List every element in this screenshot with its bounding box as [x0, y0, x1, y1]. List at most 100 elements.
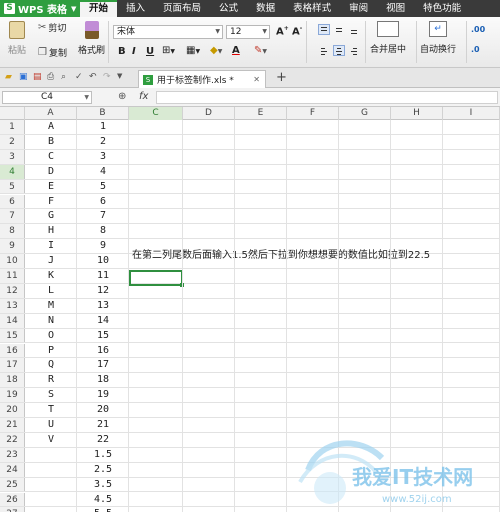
- cell-b[interactable]: 6: [77, 195, 129, 209]
- cell-a[interactable]: G: [25, 209, 77, 223]
- tab-view[interactable]: 视图: [377, 0, 414, 17]
- column-header-g[interactable]: G: [339, 107, 391, 120]
- cell-b[interactable]: 21: [77, 418, 129, 432]
- spellcheck-icon[interactable]: ✓: [75, 72, 83, 82]
- row-header[interactable]: 26: [0, 492, 25, 507]
- align-bottom-icon[interactable]: [348, 24, 360, 35]
- open-folder-icon[interactable]: ▰: [5, 72, 12, 82]
- borders-icon[interactable]: ⊞▼: [162, 45, 175, 56]
- formula-input[interactable]: [156, 91, 498, 104]
- print-preview-icon[interactable]: ⌕: [61, 72, 66, 82]
- cell-a[interactable]: I: [25, 239, 77, 253]
- cell-b[interactable]: 2.5: [77, 463, 129, 477]
- format-painter-button[interactable]: 格式刷: [78, 21, 105, 56]
- increase-decimal-icon[interactable]: .00: [471, 25, 485, 34]
- column-header-e[interactable]: E: [235, 107, 287, 120]
- cell-a[interactable]: K: [25, 269, 77, 283]
- column-header-i[interactable]: I: [443, 107, 500, 120]
- cell-b[interactable]: 15: [77, 329, 129, 343]
- cell-b[interactable]: 1: [77, 120, 129, 134]
- save-icon[interactable]: ▣: [19, 72, 28, 82]
- row-header[interactable]: 6: [0, 194, 25, 209]
- row-header[interactable]: 13: [0, 298, 25, 313]
- underline-button[interactable]: U: [146, 46, 154, 57]
- cell-a[interactable]: V: [25, 433, 77, 447]
- cell-a[interactable]: A: [25, 120, 77, 134]
- cell-b[interactable]: 16: [77, 344, 129, 358]
- cell-a[interactable]: T: [25, 403, 77, 417]
- row-header[interactable]: 25: [0, 477, 25, 492]
- spreadsheet-grid[interactable]: ABCDEFGHI 1 A 1 2 B 2 3 C 3 4 D 4 5 E 5 6 F 6 7 G 7 8 H 8 9 I 9 10 J…: [0, 107, 500, 512]
- decrease-decimal-icon[interactable]: .0: [471, 45, 480, 54]
- redo-icon[interactable]: ↷: [103, 72, 111, 82]
- row-header[interactable]: 27: [0, 507, 25, 512]
- cell-a[interactable]: [25, 448, 77, 462]
- tab-review[interactable]: 审阅: [340, 0, 377, 17]
- increase-font-icon[interactable]: A+: [276, 25, 289, 37]
- clear-format-icon[interactable]: ✎▼: [254, 45, 267, 56]
- cell-b[interactable]: 1.5: [77, 448, 129, 462]
- export-pdf-icon[interactable]: ▤: [33, 72, 42, 82]
- row-header[interactable]: 23: [0, 447, 25, 462]
- tab-data[interactable]: 数据: [247, 0, 284, 17]
- tab-home[interactable]: 开始: [80, 0, 118, 17]
- cell-b[interactable]: 4.5: [77, 493, 129, 507]
- italic-button[interactable]: I: [132, 46, 136, 57]
- row-header[interactable]: 14: [0, 313, 25, 328]
- cell-b[interactable]: 2: [77, 135, 129, 149]
- row-header[interactable]: 2: [0, 134, 25, 149]
- cell-b[interactable]: 7: [77, 209, 129, 223]
- cell-a[interactable]: L: [25, 284, 77, 298]
- cell-b[interactable]: 17: [77, 358, 129, 372]
- row-header[interactable]: 22: [0, 432, 25, 447]
- cell-a[interactable]: [25, 478, 77, 492]
- cell-b[interactable]: 8: [77, 224, 129, 238]
- cell-a[interactable]: J: [25, 254, 77, 268]
- fill-color-icon[interactable]: ◆▼: [210, 45, 222, 56]
- note-text-c2[interactable]: 在第二列尾数后面输入1.5然后下拉到你想想要的数值比如拉到22.5: [132, 246, 430, 261]
- cell-b[interactable]: 5: [77, 180, 129, 194]
- row-header[interactable]: 21: [0, 418, 25, 432]
- column-header-d[interactable]: D: [183, 107, 235, 120]
- zoom-icon[interactable]: ⊕: [118, 91, 126, 102]
- row-header[interactable]: 1: [0, 120, 25, 134]
- paste-button[interactable]: 粘贴: [8, 21, 26, 56]
- cell-b[interactable]: 20: [77, 403, 129, 417]
- row-header[interactable]: 18: [0, 373, 25, 388]
- cell-a[interactable]: R: [25, 373, 77, 387]
- font-color-icon[interactable]: A: [232, 45, 240, 56]
- cell-b[interactable]: 18: [77, 373, 129, 387]
- font-name-select[interactable]: 宋体 ▼: [113, 25, 223, 39]
- cell-a[interactable]: Q: [25, 358, 77, 372]
- close-icon[interactable]: ✕: [253, 75, 260, 84]
- column-header-b[interactable]: B: [77, 107, 129, 120]
- cell-b[interactable]: 19: [77, 388, 129, 402]
- cell-a[interactable]: E: [25, 180, 77, 194]
- cell-a[interactable]: D: [25, 165, 77, 179]
- tab-page-layout[interactable]: 页面布局: [154, 0, 210, 17]
- column-header-c[interactable]: C: [129, 107, 183, 120]
- wrap-text-button[interactable]: ↵ 自动换行: [420, 21, 456, 55]
- cell-a[interactable]: N: [25, 314, 77, 328]
- cell-a[interactable]: B: [25, 135, 77, 149]
- cell-b[interactable]: 11: [77, 269, 129, 283]
- wps-app-button[interactable]: S WPS 表格 ▼: [0, 0, 80, 17]
- cell-b[interactable]: 14: [77, 314, 129, 328]
- row-header[interactable]: 19: [0, 388, 25, 403]
- cell-a[interactable]: P: [25, 344, 77, 358]
- cell-b[interactable]: 3: [77, 150, 129, 164]
- bold-button[interactable]: B: [118, 46, 126, 57]
- row-header[interactable]: 12: [0, 283, 25, 298]
- font-size-select[interactable]: 12 ▼: [226, 25, 270, 39]
- active-cell-c4[interactable]: [129, 270, 184, 287]
- row-header[interactable]: 3: [0, 149, 25, 164]
- tab-insert[interactable]: 插入: [117, 0, 154, 17]
- tab-formulas[interactable]: 公式: [210, 0, 247, 17]
- cell-a[interactable]: [25, 507, 77, 512]
- row-header[interactable]: 9: [0, 239, 25, 254]
- merge-cells-icon[interactable]: ▦▼: [186, 45, 200, 56]
- column-header-f[interactable]: F: [287, 107, 339, 120]
- row-header[interactable]: 15: [0, 328, 25, 343]
- copy-button[interactable]: ❐ 复制: [38, 46, 67, 59]
- align-top-icon[interactable]: [318, 24, 330, 35]
